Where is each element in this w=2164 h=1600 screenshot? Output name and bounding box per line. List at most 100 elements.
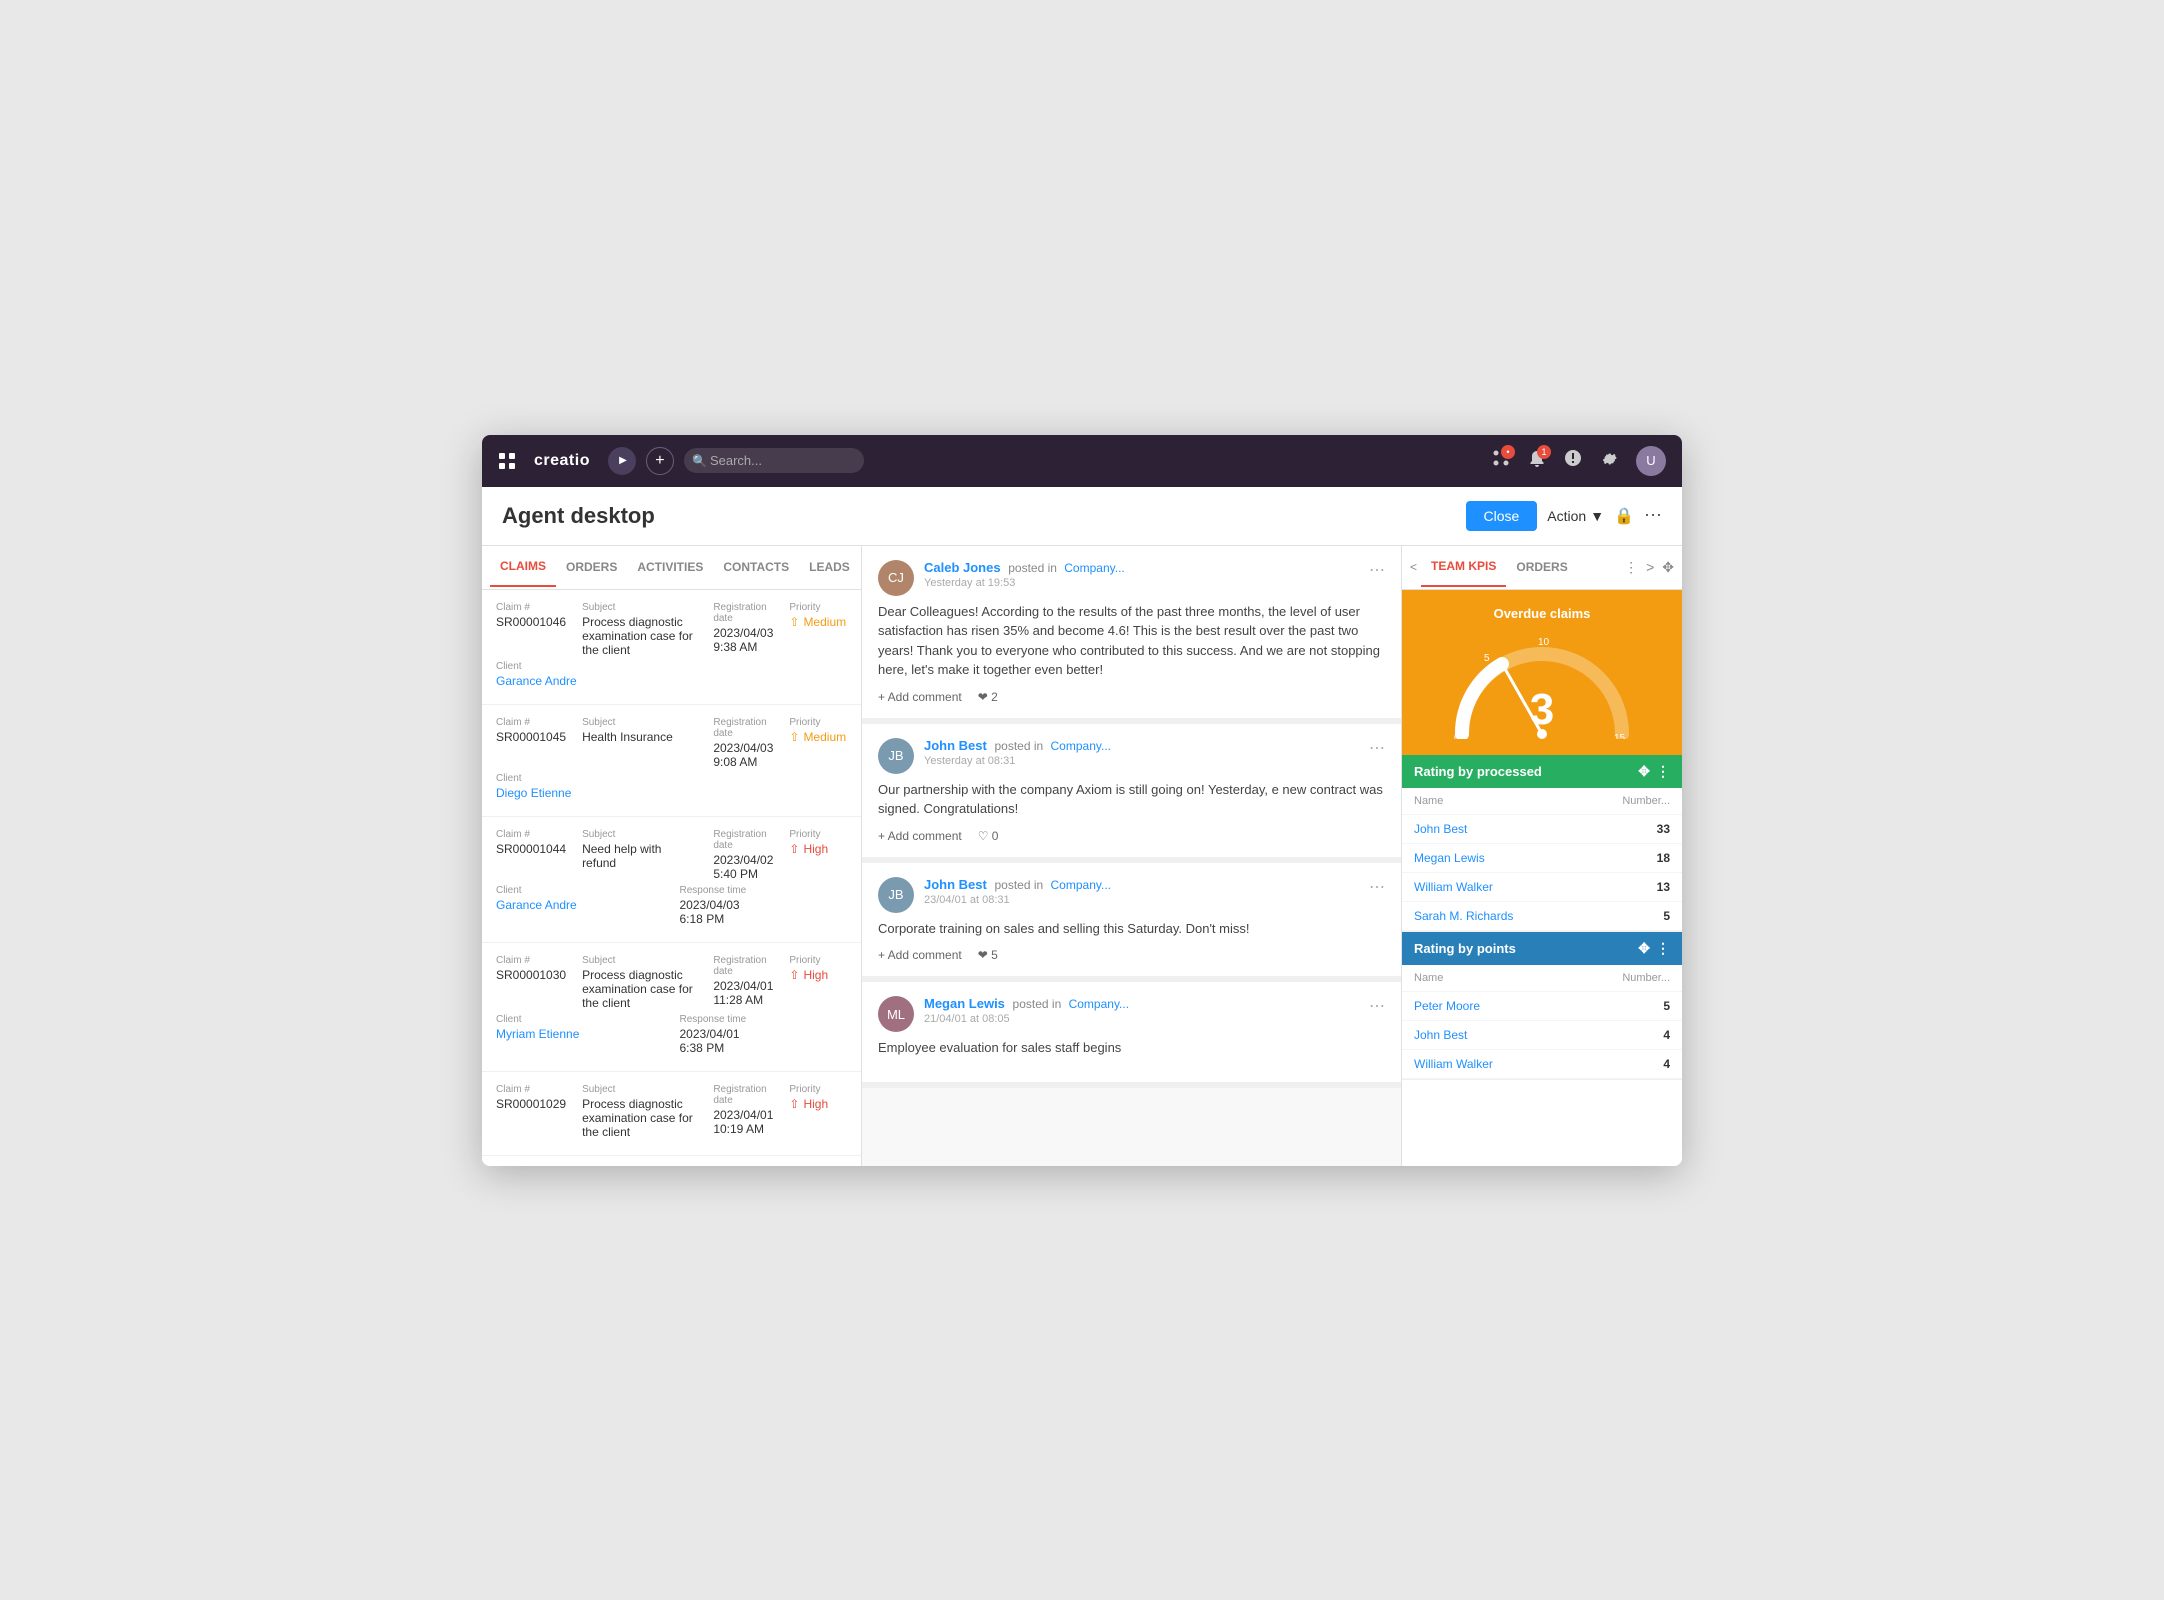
- tab-team-kpis[interactable]: TEAM KPIS: [1421, 547, 1506, 587]
- tab-orders-right[interactable]: ORDERS: [1506, 548, 1577, 586]
- dots-icon[interactable]: ⋮: [1656, 940, 1670, 957]
- feed-text: Corporate training on sales and selling …: [878, 919, 1385, 939]
- claim-number-field: Claim # SR00001029: [496, 1084, 566, 1139]
- rating-row: Sarah M. Richards 5: [1402, 902, 1682, 931]
- svg-text:15: 15: [1614, 733, 1626, 739]
- rating-person-name[interactable]: John Best: [1414, 822, 1467, 836]
- claim-regdate: 2023/04/0110:19 AM: [713, 1108, 773, 1136]
- feed-header: JB John Best posted in Company... 23/04/…: [878, 877, 1385, 913]
- close-button[interactable]: Close: [1466, 501, 1538, 531]
- feed-more-icon[interactable]: ⋯: [1369, 877, 1385, 897]
- tab-orders[interactable]: ORDERS: [556, 548, 627, 586]
- col-name-label: Name: [1414, 795, 1443, 807]
- feed-text: Employee evaluation for sales staff begi…: [878, 1038, 1385, 1058]
- claim-client[interactable]: Diego Etienne: [496, 786, 847, 800]
- feed-more-icon[interactable]: ⋯: [1369, 996, 1385, 1016]
- priority-arrow-icon: ⇧: [789, 968, 799, 982]
- tab-claims[interactable]: CLAIMS: [490, 547, 556, 587]
- claim-card: Claim # SR00001046 Subject Process diagn…: [482, 590, 861, 705]
- tab-activities[interactable]: ACTIVITIES: [627, 548, 713, 586]
- user-avatar[interactable]: U: [1636, 446, 1666, 476]
- claim-card: Claim # SR00001044 Subject Need help wit…: [482, 817, 861, 943]
- rating-header-icons: ✥ ⋮: [1638, 940, 1670, 957]
- kpi-next-icon[interactable]: >: [1646, 559, 1654, 575]
- feed-like[interactable]: ♡ 0: [978, 829, 999, 843]
- claim-client[interactable]: Myriam Etienne: [496, 1027, 664, 1041]
- gauge-visual: 0 5 10 15 3: [1418, 629, 1666, 739]
- feed-posted-label: posted in: [994, 878, 1046, 892]
- search-input[interactable]: [684, 448, 864, 473]
- rating-person-name[interactable]: Peter Moore: [1414, 999, 1480, 1013]
- claim-subject: Process diagnostic examination case for …: [582, 615, 697, 657]
- rating-person-name[interactable]: William Walker: [1414, 1057, 1493, 1071]
- expand-icon[interactable]: ✥: [1638, 940, 1650, 957]
- feed-avatar: ML: [878, 996, 914, 1032]
- feed-company[interactable]: Company...: [1069, 997, 1129, 1011]
- priority-arrow-icon: ⇧: [789, 730, 799, 744]
- claim-client-row: Client Garance Andre Response time 2023/…: [496, 885, 847, 926]
- feed-meta: John Best posted in Company... Yesterday…: [924, 738, 1359, 767]
- svg-text:0: 0: [1454, 733, 1460, 739]
- svg-text:5: 5: [1484, 653, 1490, 664]
- play-button[interactable]: ▶: [608, 447, 636, 475]
- rating-person-name[interactable]: John Best: [1414, 1028, 1467, 1042]
- settings-button[interactable]: [1600, 449, 1618, 472]
- feed-avatar: CJ: [878, 560, 914, 596]
- expand-icon[interactable]: ✥: [1638, 763, 1650, 780]
- rating-person-name[interactable]: Sarah M. Richards: [1414, 909, 1513, 923]
- feed-like[interactable]: ❤ 2: [978, 690, 998, 704]
- claim-client[interactable]: Garance Andre: [496, 898, 664, 912]
- claim-priority: ⇧ High: [789, 968, 847, 982]
- feed-more-icon[interactable]: ⋯: [1369, 560, 1385, 580]
- notifications-button[interactable]: 1: [1528, 449, 1546, 472]
- kpi-tabs: < TEAM KPIS ORDERS ⋮ > ✥: [1402, 546, 1682, 590]
- claim-number: SR00001046: [496, 615, 566, 629]
- add-comment-button[interactable]: + Add comment: [878, 948, 962, 962]
- claim-client[interactable]: Garance Andre: [496, 674, 847, 688]
- rating-person-name[interactable]: Megan Lewis: [1414, 851, 1485, 865]
- rating-person-number: 18: [1657, 851, 1670, 865]
- claim-response: 2023/04/016:38 PM: [680, 1027, 848, 1055]
- feed-more-icon[interactable]: ⋯: [1369, 738, 1385, 758]
- tab-leads[interactable]: LEADS: [799, 548, 860, 586]
- chevron-down-icon: ▼: [1590, 508, 1604, 524]
- rating-person-name[interactable]: William Walker: [1414, 880, 1493, 894]
- rating-processed-title: Rating by processed: [1414, 764, 1542, 779]
- dots-icon[interactable]: ⋮: [1656, 763, 1670, 780]
- feed-like[interactable]: ❤ 5: [978, 948, 998, 962]
- prev-icon[interactable]: <: [1410, 560, 1417, 574]
- lock-icon[interactable]: 🔒: [1614, 506, 1634, 526]
- feed-company[interactable]: Company...: [1064, 561, 1124, 575]
- claim-subject-field: Subject Process diagnostic examination c…: [582, 1084, 697, 1139]
- kpi-tab-icons: ⋮ > ✥: [1624, 559, 1674, 576]
- claim-client-field: Client Diego Etienne: [496, 773, 847, 800]
- rating-processed-card: Rating by processed ✥ ⋮ Name Number... J…: [1402, 755, 1682, 932]
- feed-text: Our partnership with the company Axiom i…: [878, 780, 1385, 819]
- claim-number: SR00001030: [496, 968, 566, 982]
- kpi-expand-icon[interactable]: ✥: [1662, 559, 1674, 576]
- action-button[interactable]: Action ▼: [1547, 508, 1604, 524]
- kpi-dots-icon[interactable]: ⋮: [1624, 559, 1638, 576]
- add-comment-button[interactable]: + Add comment: [878, 829, 962, 843]
- claim-response: 2023/04/036:18 PM: [680, 898, 848, 926]
- claim-subject-field: Subject Process diagnostic examination c…: [582, 602, 697, 657]
- add-comment-button[interactable]: + Add comment: [878, 690, 962, 704]
- claim-card: Claim # SR00001030 Subject Process diagn…: [482, 943, 861, 1072]
- more-options-icon[interactable]: ⋯: [1644, 505, 1662, 526]
- feed-company[interactable]: Company...: [1051, 878, 1111, 892]
- claim-priority: ⇧ High: [789, 1097, 847, 1111]
- grid-icon[interactable]: [498, 452, 516, 470]
- priority-arrow-icon: ⇧: [789, 1097, 799, 1111]
- rating-person-number: 4: [1663, 1057, 1670, 1071]
- feed-timestamp: 23/04/01 at 08:31: [924, 894, 1359, 906]
- feed-company[interactable]: Company...: [1051, 739, 1111, 753]
- feed-timestamp: Yesterday at 08:31: [924, 755, 1359, 767]
- feed-panel: CJ Caleb Jones posted in Company... Yest…: [862, 546, 1402, 1166]
- tab-contacts[interactable]: CONTACTS: [713, 548, 799, 586]
- help-button[interactable]: [1564, 449, 1582, 472]
- claim-subject: Need help with refund: [582, 842, 697, 870]
- new-tab-button[interactable]: +: [646, 447, 674, 475]
- claim-regdate-field: Registration date 2023/04/0110:19 AM: [713, 1084, 773, 1139]
- apps-icon-button[interactable]: •: [1492, 449, 1510, 472]
- header-bar: Agent desktop Close Action ▼ 🔒 ⋯: [482, 487, 1682, 546]
